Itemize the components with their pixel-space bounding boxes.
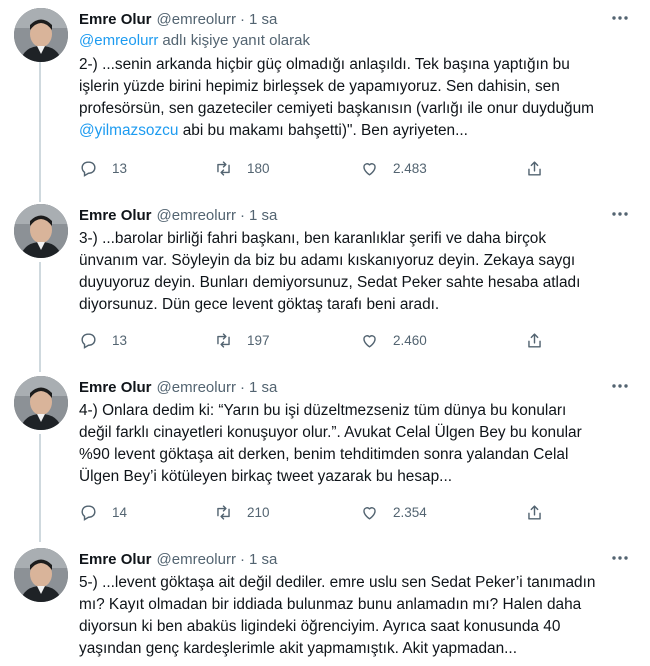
share-icon <box>528 504 541 520</box>
tweet[interactable]: Emre Olur @emreolurr · 1 sa 5-) ...leven… <box>0 548 650 666</box>
reply-icon <box>81 332 96 349</box>
author-name[interactable]: Emre Olur <box>79 207 152 224</box>
tweet-text: 5-) ...levent göktaşa ait değil dediler.… <box>79 572 619 660</box>
retweet-count: 197 <box>247 332 270 348</box>
more-horizontal-icon[interactable] <box>610 206 630 222</box>
retweet-icon <box>217 504 230 520</box>
share-icon <box>528 332 541 348</box>
reply-button[interactable]: 13 <box>79 330 127 350</box>
retweet-count: 210 <box>247 504 270 520</box>
heart-icon <box>363 506 376 520</box>
tweet-text-line: %90 levent göktaşa ait derken, benim teh… <box>79 446 569 463</box>
replying-to: @emreolurr adlı kişiye yanıt olarak <box>79 32 310 49</box>
like-button[interactable]: 2.354 <box>360 502 427 522</box>
tweet-text-line: Ülgen Bey’i kötüleyen birkaç tweet yazar… <box>79 468 452 485</box>
share-button[interactable] <box>525 330 544 350</box>
separator-dot: · <box>239 378 245 396</box>
timestamp[interactable]: 1 sa <box>249 207 277 224</box>
tweet-feed: Emre Olur @emreolurr · 1 sa @emreolurr ad… <box>0 0 650 666</box>
tweet-text-line: diyorsun ki ben abaküs ligindeki öğrenci… <box>79 618 561 635</box>
separator-dot: · <box>239 10 245 28</box>
reply-icon <box>81 160 96 177</box>
reply-count: 14 <box>112 504 128 520</box>
heart-icon <box>363 334 376 348</box>
reply-icon <box>81 504 96 521</box>
tweet-text-line: işlerin yüzde birini hepimiz birleşsek d… <box>79 78 560 95</box>
more-horizontal-icon[interactable] <box>610 550 630 566</box>
tweet[interactable]: Emre Olur @emreolurr · 1 sa 3-) ...barol… <box>0 204 650 364</box>
author-handle[interactable]: @emreolurr <box>157 207 236 224</box>
author-handle[interactable]: @emreolurr <box>157 551 236 568</box>
tweet-text-line: yaşından genç kardeşlerimle akit yapmamı… <box>79 640 517 657</box>
separator-dot: · <box>239 550 245 568</box>
avatar[interactable] <box>14 548 68 602</box>
reply-button[interactable]: 14 <box>79 502 127 522</box>
author-handle[interactable]: @emreolurr <box>157 379 236 396</box>
tweet-text: 2-) ...senin arkanda hiçbir güç olmadığı… <box>79 54 619 142</box>
tweet[interactable]: Emre Olur @emreolurr · 1 sa 4-) Onlara d… <box>0 376 650 536</box>
like-count: 2.483 <box>393 160 427 176</box>
avatar[interactable] <box>14 8 68 62</box>
like-count: 2.460 <box>393 332 427 348</box>
tweet-actions: 13 180 2.483 <box>79 158 599 178</box>
retweet-button[interactable]: 197 <box>214 330 270 350</box>
timestamp[interactable]: 1 sa <box>249 11 277 28</box>
tweet[interactable]: Emre Olur @emreolurr · 1 sa @emreolurr ad… <box>0 8 650 188</box>
retweet-button[interactable]: 180 <box>214 158 270 178</box>
author-name[interactable]: Emre Olur <box>79 379 152 396</box>
tweet-actions: 13 197 2.460 <box>79 330 599 350</box>
share-button[interactable] <box>525 158 544 178</box>
more-horizontal-icon[interactable] <box>610 378 630 394</box>
timestamp[interactable]: 1 sa <box>249 379 277 396</box>
tweet-text-line: diyorsunuz. Dün gece levent göktaş taraf… <box>79 296 440 313</box>
retweet-icon <box>217 160 230 176</box>
tweet-text-line: 2-) ...senin arkanda hiçbir güç olmadığı… <box>79 56 570 73</box>
tweet-text-line: 4-) Onlara dedim ki: “Yarın bu işi düzel… <box>79 402 567 419</box>
like-count: 2.354 <box>393 504 427 520</box>
tweet-text-line: değil farklı cinayetleri konuşuyor olur.… <box>79 424 582 441</box>
timestamp[interactable]: 1 sa <box>249 551 277 568</box>
tweet-text-line: mı? Kayıt olmadan bir iddiada bulunmaz b… <box>79 596 582 613</box>
tweet-text-line: 3-) ...barolar birliği fahri başkanı, be… <box>79 230 547 247</box>
more-horizontal-icon[interactable] <box>610 10 630 26</box>
reply-count: 13 <box>112 332 128 348</box>
like-button[interactable]: 2.483 <box>360 158 427 178</box>
share-button[interactable] <box>525 502 544 522</box>
separator-dot: · <box>239 206 245 224</box>
tweet-text: 3-) ...barolar birliği fahri başkanı, be… <box>79 228 619 316</box>
heart-icon <box>363 162 376 176</box>
like-button[interactable]: 2.460 <box>360 330 427 350</box>
author-name[interactable]: Emre Olur <box>79 551 152 568</box>
avatar[interactable] <box>14 376 68 430</box>
tweet-actions: 14 210 2.354 <box>79 502 599 522</box>
tweet-text-line: ünvanım var. Söyleyin da biz bu adamı kı… <box>79 252 576 269</box>
author-handle[interactable]: @emreolurr <box>157 11 236 28</box>
tweet-text-line: abi bu makamı bahşetti)". Ben ayriyeten.… <box>178 122 468 139</box>
reply-mention-link[interactable]: @emreolurr <box>79 32 158 49</box>
avatar[interactable] <box>14 204 68 258</box>
reply-to-label: adlı kişiye yanıt olarak <box>162 32 310 49</box>
tweet-text: 4-) Onlara dedim ki: “Yarın bu işi düzel… <box>79 400 619 488</box>
retweet-count: 180 <box>247 160 270 176</box>
reply-button[interactable]: 13 <box>79 158 127 178</box>
share-icon <box>528 160 541 176</box>
retweet-icon <box>217 332 230 348</box>
tweet-text-line: profesörsün, sen gazeteciler cemiyeti ba… <box>79 100 594 117</box>
reply-count: 13 <box>112 160 128 176</box>
mention-link[interactable]: @yilmazsozcu <box>79 122 178 139</box>
author-name[interactable]: Emre Olur <box>79 11 152 28</box>
tweet-text-line: duyuyoruz deyin. Bunları demiyorsunuz, S… <box>79 274 581 291</box>
tweet-text-line: 5-) ...levent göktaşa ait değil dediler.… <box>79 574 596 591</box>
retweet-button[interactable]: 210 <box>214 502 270 522</box>
